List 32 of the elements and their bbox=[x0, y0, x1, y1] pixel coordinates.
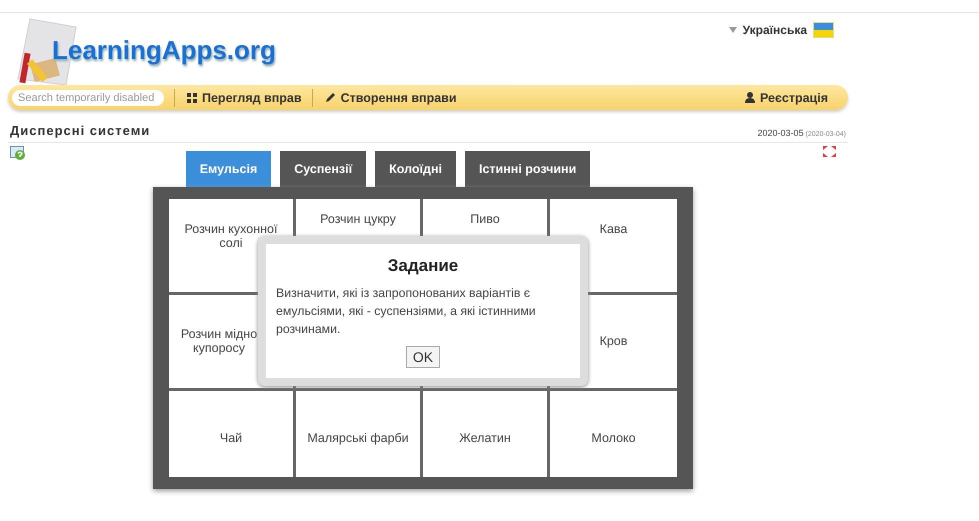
dropdown-caret-icon[interactable] bbox=[728, 27, 737, 33]
dialog-title: Задание bbox=[386, 256, 460, 276]
puzzle-piece[interactable]: Чай bbox=[169, 391, 296, 477]
tab[interactable]: Істинні розчини bbox=[464, 151, 590, 187]
piece-label: Чай bbox=[220, 432, 242, 446]
nav-link[interactable]: Створення вправи bbox=[324, 90, 457, 104]
piece-label: Малярські фарби bbox=[307, 432, 409, 446]
piece-label: Желатин bbox=[459, 432, 511, 446]
puzzle-piece[interactable]: Малярські фарби bbox=[296, 391, 423, 477]
piece-label: Кава bbox=[600, 223, 628, 237]
puzzle-piece[interactable]: Молоко bbox=[550, 391, 677, 477]
register-link[interactable]: Реєстрація bbox=[745, 90, 828, 104]
pencil-icon bbox=[324, 92, 336, 103]
piece-label: Кров bbox=[600, 334, 628, 348]
tab[interactable]: Суспензії bbox=[280, 151, 366, 187]
grid-icon bbox=[187, 92, 197, 102]
user-icon bbox=[745, 92, 755, 103]
ok-button[interactable]: OK bbox=[406, 346, 440, 368]
piece-label: Розчин цукру bbox=[320, 213, 396, 227]
language-selector[interactable]: Українська bbox=[742, 23, 807, 37]
piece-label: Розчин кухонної солі bbox=[184, 223, 278, 250]
nav-link[interactable]: Перегляд вправ bbox=[187, 90, 302, 104]
help-icon[interactable] bbox=[10, 146, 26, 161]
piece-label: Пиво bbox=[470, 213, 500, 227]
app-title: Дисперсні системи bbox=[10, 123, 150, 138]
fullscreen-icon[interactable] bbox=[823, 146, 836, 157]
puzzle-piece[interactable]: Желатин bbox=[423, 391, 550, 477]
flag-icon bbox=[813, 22, 834, 38]
piece-label: Молоко bbox=[591, 432, 636, 446]
logo[interactable]: LearningApps.org bbox=[52, 35, 276, 66]
piece-label: Розчин мідно купоросу bbox=[180, 328, 258, 356]
tab[interactable]: Колоїдні bbox=[375, 151, 456, 187]
